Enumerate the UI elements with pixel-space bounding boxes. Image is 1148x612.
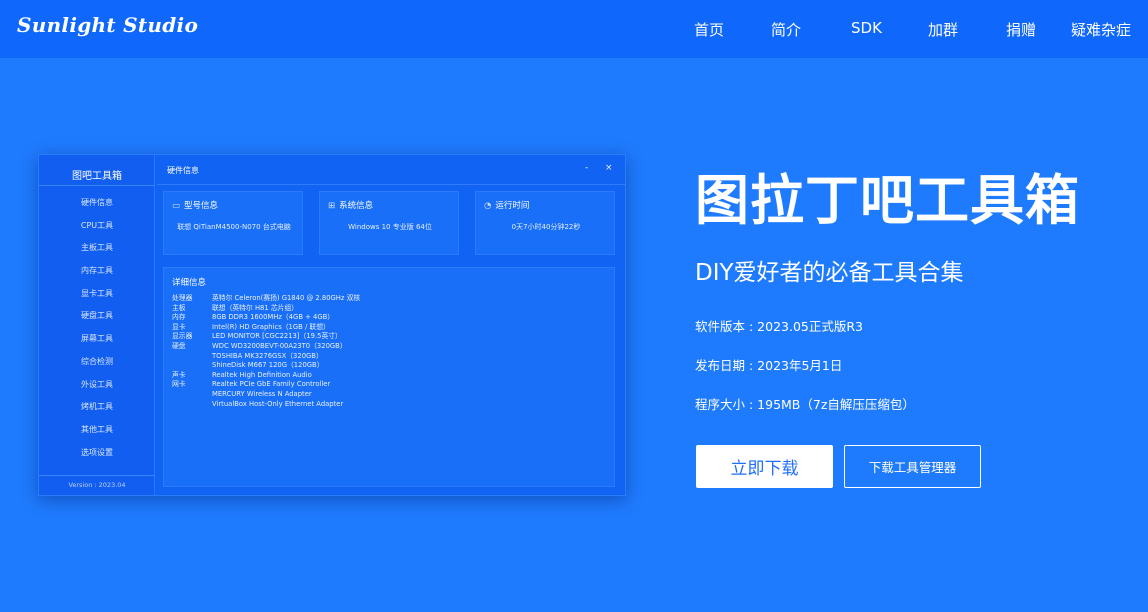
preview-menu-item-other: 其他工具	[81, 424, 113, 434]
software-version: 软件版本 : 2023.05正式版R3	[695, 319, 863, 334]
detail-row: 网卡 Realtek PCIe GbE Family Controller	[172, 380, 331, 389]
nav-home[interactable]: 首页	[694, 19, 724, 40]
preview-sidebar: 图吧工具箱 硬件信息 CPU工具 主板工具 内存工具 显卡工具 硬盘工具 屏幕工…	[39, 155, 155, 495]
preview-main-panel: 硬件信息 - × ▭ 型号信息 联想 QiTianM4500-N070 台式电脑 …	[157, 155, 625, 495]
preview-menu-item-peripherals: 外设工具	[81, 379, 113, 389]
system-info-card: ⊞ 系统信息 Windows 10 专业版 64位	[319, 191, 459, 255]
nav-sdk[interactable]: SDK	[851, 19, 882, 37]
program-size: 程序大小 : 195MB（7z自解压压缩包）	[695, 397, 915, 412]
detail-row: ShineDisk M667 120G（120GB）	[212, 361, 324, 370]
download-now-button[interactable]: 立即下载	[696, 445, 833, 488]
main-nav: 首页 简介 SDK 加群 捐赠 疑难杂症	[0, 19, 1148, 39]
top-navigation-bar: Sunlight Studio 首页 简介 SDK 加群 捐赠 疑难杂症	[0, 0, 1148, 58]
detail-row: 显示器 LED MONITOR [CGC2213]（19.5英寸）	[172, 332, 342, 341]
preview-menu-item-hardware-info: 硬件信息	[81, 198, 113, 207]
preview-menu: 硬件信息 CPU工具 主板工具 内存工具 显卡工具 硬盘工具 屏幕工具 综合检测…	[39, 192, 155, 464]
preview-menu-item-disk: 硬盘工具	[81, 311, 113, 321]
app-preview-window: 图吧工具箱 硬件信息 CPU工具 主板工具 内存工具 显卡工具 硬盘工具 屏幕工…	[38, 154, 626, 496]
nav-intro[interactable]: 简介	[771, 19, 801, 40]
preview-window-title: 硬件信息	[167, 166, 199, 175]
hero-subtitle: DIY爱好者的必备工具合集	[695, 260, 964, 286]
preview-version: Version : 2023.04	[39, 475, 155, 489]
preview-menu-item-cpu: CPU工具	[80, 220, 114, 230]
detail-row: 声卡 Realtek High Definition Audio	[172, 370, 312, 379]
preview-menu-item-stress: 烤机工具	[81, 402, 113, 412]
nav-faq[interactable]: 疑难杂症	[1071, 19, 1131, 40]
close-icon: ×	[605, 163, 613, 173]
release-date: 发布日期 : 2023年5月1日	[695, 358, 843, 373]
model-info-card: ▭ 型号信息 联想 QiTianM4500-N070 台式电脑	[163, 191, 303, 255]
card-value: Windows 10 专业版 64位	[348, 223, 432, 231]
uptime-card: ◔ 运行时间 0天7小时40分钟22秒	[475, 191, 615, 255]
card-title: 运行时间	[495, 201, 530, 211]
detail-row: 内存 8GB DDR3 1600MHz（4GB + 4GB）	[172, 313, 335, 322]
minimize-icon: -	[585, 163, 589, 173]
detail-row: 处理器 英特尔 Celeron(赛扬) G1840 @ 2.80GHz 双核	[172, 294, 361, 302]
clock-icon: ◔	[484, 201, 492, 211]
detail-row: 主板 联想（英特尔 H81 芯片组）	[172, 303, 299, 312]
card-title: 型号信息	[184, 201, 219, 211]
preview-app-title: 图吧工具箱	[72, 171, 122, 182]
detail-rows: 处理器 英特尔 Celeron(赛扬) G1840 @ 2.80GHz 双核 主板…	[172, 294, 612, 409]
detail-row: MERCURY Wireless N Adapter	[212, 389, 312, 398]
detail-title: 详细信息	[172, 278, 207, 288]
divider	[39, 185, 155, 186]
preview-menu-item-memory: 内存工具	[81, 266, 113, 276]
download-manager-button[interactable]: 下载工具管理器	[844, 445, 981, 488]
monitor-icon: ▭	[172, 201, 181, 211]
card-value: 0天7小时40分钟22秒	[511, 223, 581, 231]
preview-menu-item-settings: 选项设置	[81, 447, 113, 457]
card-value: 联想 QiTianM4500-N070 台式电脑	[177, 223, 291, 231]
detail-info-panel: 详细信息 处理器 英特尔 Celeron(赛扬) G1840 @ 2.80GHz …	[163, 267, 615, 487]
detail-row: 硬盘 WDC WD3200BEVT-00A23T0（320GB）	[172, 341, 347, 350]
preview-menu-item-overall: 综合检测	[81, 356, 113, 366]
nav-join-group[interactable]: 加群	[928, 19, 958, 40]
preview-titlebar: 硬件信息 - ×	[157, 155, 625, 185]
preview-menu-item-screen: 屏幕工具	[81, 334, 113, 344]
detail-row: VirtualBox Host-Only Ethernet Adapter	[212, 399, 344, 408]
card-title: 系统信息	[339, 201, 374, 211]
nav-donate[interactable]: 捐赠	[1006, 19, 1036, 40]
detail-row: TOSHIBA MK3276GSX（320GB）	[212, 351, 323, 360]
detail-row: 显卡 Intel(R) HD Graphics（1GB / 联想）	[172, 322, 330, 331]
hero-title: 图拉丁吧工具箱	[695, 169, 1080, 232]
preview-menu-item-gpu: 显卡工具	[81, 288, 113, 298]
windows-icon: ⊞	[328, 201, 336, 211]
preview-menu-item-motherboard: 主板工具	[81, 243, 113, 253]
